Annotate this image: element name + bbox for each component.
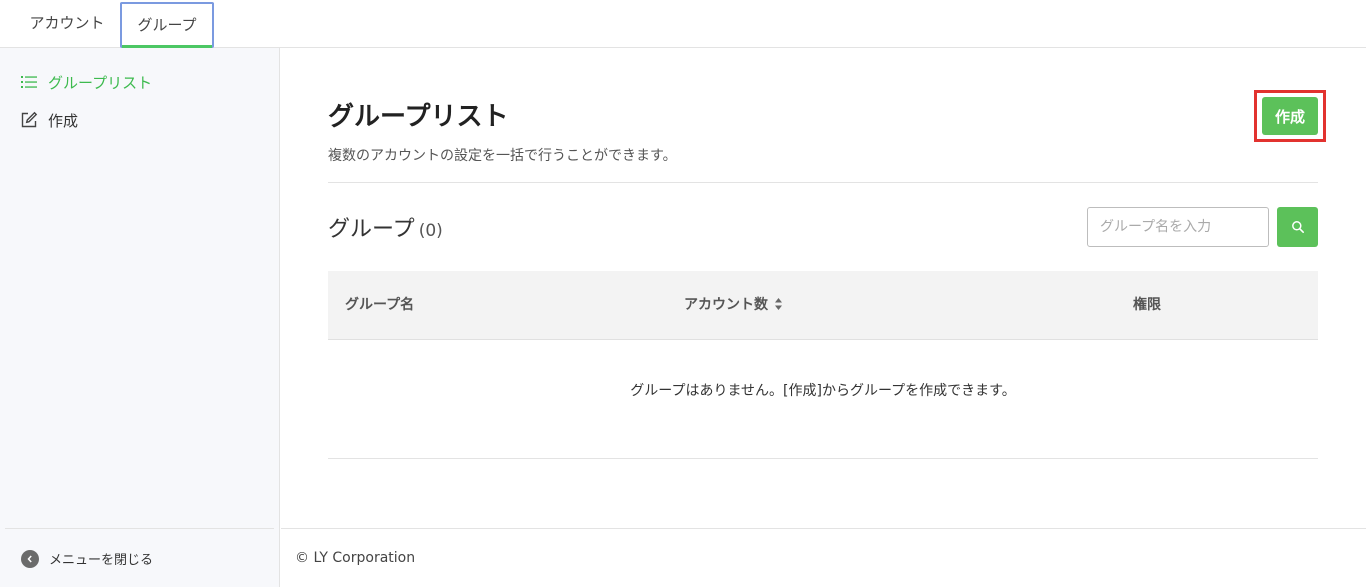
- table-bottom-border: [328, 458, 1318, 459]
- sidebar: グループリスト 作成 メニューを閉じる: [0, 48, 280, 587]
- column-label: アカウント数: [684, 297, 768, 313]
- column-account-count[interactable]: アカウント数: [684, 271, 783, 339]
- create-button-highlight: 作成: [1254, 90, 1326, 142]
- tab-account[interactable]: アカウント: [14, 0, 120, 48]
- section-title-label: グループ: [328, 217, 415, 242]
- sort-icon: [775, 298, 782, 310]
- page-title: グループリスト: [328, 102, 509, 132]
- footer: © LY Corporation: [281, 528, 1366, 587]
- column-permission: 権限: [1133, 297, 1161, 313]
- edit-icon: [21, 111, 38, 128]
- sidebar-item-create[interactable]: 作成: [20, 108, 78, 132]
- search-icon: [1291, 221, 1304, 233]
- page-description: 複数のアカウントの設定を一括で行うことができます。: [328, 148, 677, 164]
- search-button[interactable]: [1277, 207, 1318, 247]
- group-search-input[interactable]: [1087, 207, 1269, 247]
- list-icon: [21, 76, 37, 88]
- table-header: グループ名 アカウント数 権限: [328, 271, 1318, 340]
- sidebar-footer: メニューを閉じる: [5, 528, 274, 587]
- close-menu-button[interactable]: メニューを閉じる: [21, 549, 153, 568]
- sidebar-item-group-list[interactable]: グループリスト: [20, 70, 152, 94]
- sidebar-item-label: 作成: [48, 111, 79, 130]
- column-group-name: グループ名: [345, 297, 415, 313]
- copyright: © LY Corporation: [295, 550, 416, 566]
- chevron-left-icon: [21, 549, 39, 568]
- main-content: グループリスト 複数のアカウントの設定を一括で行うことができます。 作成 グルー…: [281, 48, 1366, 528]
- empty-message: グループはありません。[作成]からグループを作成できます。: [630, 383, 1016, 399]
- close-menu-label: メニューを閉じる: [49, 553, 154, 568]
- group-count: (0): [418, 221, 443, 241]
- section-title: グループ (0): [328, 211, 443, 243]
- top-navigation: アカウント グループ: [0, 0, 1366, 48]
- tab-group[interactable]: グループ: [120, 2, 214, 48]
- sidebar-item-label: グループリスト: [48, 73, 153, 92]
- create-button[interactable]: 作成: [1262, 97, 1318, 135]
- divider: [328, 182, 1318, 183]
